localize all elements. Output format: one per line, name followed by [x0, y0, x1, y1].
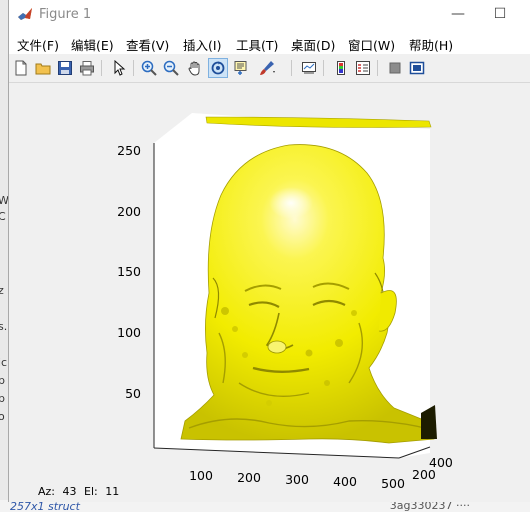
background-text: p	[0, 374, 5, 387]
background-text: C	[0, 210, 6, 223]
edit-plot-button[interactable]	[109, 58, 129, 78]
menu-file[interactable]: 文件(F)	[17, 35, 59, 54]
menu-desktop[interactable]: 桌面(D)	[291, 35, 335, 54]
data-cursor-button[interactable]	[231, 58, 251, 78]
window-title: Figure 1	[39, 7, 92, 22]
new-figure-button[interactable]	[11, 58, 31, 78]
brush-button[interactable]	[257, 58, 277, 78]
print-icon	[80, 61, 94, 76]
background-app-edge	[0, 0, 8, 512]
background-text: o	[0, 410, 5, 423]
rotate-3d-icon	[211, 61, 225, 75]
menu-bar: 文件(F) 编辑(E) 查看(V) 插入(I) 工具(T) 桌面(D) 窗口(W…	[9, 30, 530, 54]
menu-insert[interactable]: 插入(I)	[183, 35, 221, 54]
figure-window: Figure 1 — ☐ 文件(F) 编辑(E) 查看(V) 插入(I) 工具(…	[8, 0, 530, 502]
azimuth-value: 43	[62, 485, 77, 498]
z-tick-label: 50	[125, 386, 141, 401]
menu-view[interactable]: 查看(V)	[126, 35, 169, 54]
zoom-in-button[interactable]	[139, 58, 159, 78]
x-tick-label: 500	[381, 476, 405, 491]
matlab-logo-icon	[18, 8, 32, 20]
show-plot-tools-button[interactable]	[407, 58, 427, 78]
hide-plot-tools-icon	[389, 62, 401, 74]
insert-legend-icon	[356, 61, 370, 75]
y-tick-label: 400	[429, 455, 453, 470]
background-text: s.	[0, 320, 8, 333]
z-tick-label: 150	[117, 264, 141, 279]
menu-window[interactable]: 窗口(W)	[348, 35, 395, 54]
brush-icon	[260, 61, 275, 75]
pan-hand-icon	[188, 61, 200, 76]
print-button[interactable]	[77, 58, 97, 78]
x-tick-label: 100	[189, 468, 213, 483]
x-tick-label: 200	[237, 470, 261, 485]
insert-legend-button[interactable]	[353, 58, 373, 78]
background-text: z	[0, 284, 4, 297]
link-plot-icon	[302, 62, 316, 74]
show-plot-tools-icon	[409, 61, 425, 75]
zoom-out-icon	[163, 60, 179, 76]
new-figure-icon	[15, 60, 27, 76]
axes-3d[interactable]: 250 200 150 100 50 100 200 300 400 500 2…	[9, 83, 530, 502]
azimuth-label: Az:	[38, 485, 56, 498]
insert-colorbar-icon	[337, 61, 345, 75]
link-plot-button[interactable]	[299, 58, 319, 78]
hide-plot-tools-button[interactable]	[385, 58, 405, 78]
toolbar-separator	[291, 60, 292, 76]
figure-canvas[interactable]: 250 200 150 100 50 100 200 300 400 500 2…	[9, 83, 530, 502]
open-file-button[interactable]	[33, 58, 53, 78]
toolbar-separator	[101, 60, 102, 76]
minimize-button[interactable]: —	[445, 5, 471, 23]
elevation-value: 11	[105, 485, 120, 498]
menu-help[interactable]: 帮助(H)	[409, 35, 453, 54]
z-tick-label: 200	[117, 204, 141, 219]
insert-colorbar-button[interactable]	[331, 58, 351, 78]
edit-plot-arrow-icon	[114, 60, 126, 76]
rotation-readout: Az: 43 El: 11	[38, 485, 123, 498]
open-file-icon	[35, 63, 51, 75]
data-cursor-icon	[234, 61, 247, 75]
background-text: ic	[0, 356, 8, 369]
save-button[interactable]	[55, 58, 75, 78]
figure-toolbar	[9, 54, 530, 83]
zoom-out-button[interactable]	[161, 58, 181, 78]
toolbar-separator	[133, 60, 134, 76]
z-tick-label: 250	[117, 143, 141, 158]
menu-edit[interactable]: 编辑(E)	[71, 35, 114, 54]
title-bar[interactable]: Figure 1 — ☐	[9, 0, 530, 30]
maximize-button[interactable]: ☐	[487, 5, 513, 23]
pan-button[interactable]	[185, 58, 205, 78]
x-tick-label: 300	[285, 472, 309, 487]
rotate-3d-button[interactable]	[208, 58, 228, 78]
elevation-label: El:	[84, 485, 98, 498]
save-icon	[58, 61, 72, 75]
toolbar-separator	[323, 60, 324, 76]
toolbar-separator	[377, 60, 378, 76]
z-tick-label: 100	[117, 325, 141, 340]
zoom-in-icon	[141, 60, 157, 76]
x-tick-label: 400	[333, 474, 357, 489]
background-text: p	[0, 392, 5, 405]
menu-tools[interactable]: 工具(T)	[236, 35, 278, 54]
